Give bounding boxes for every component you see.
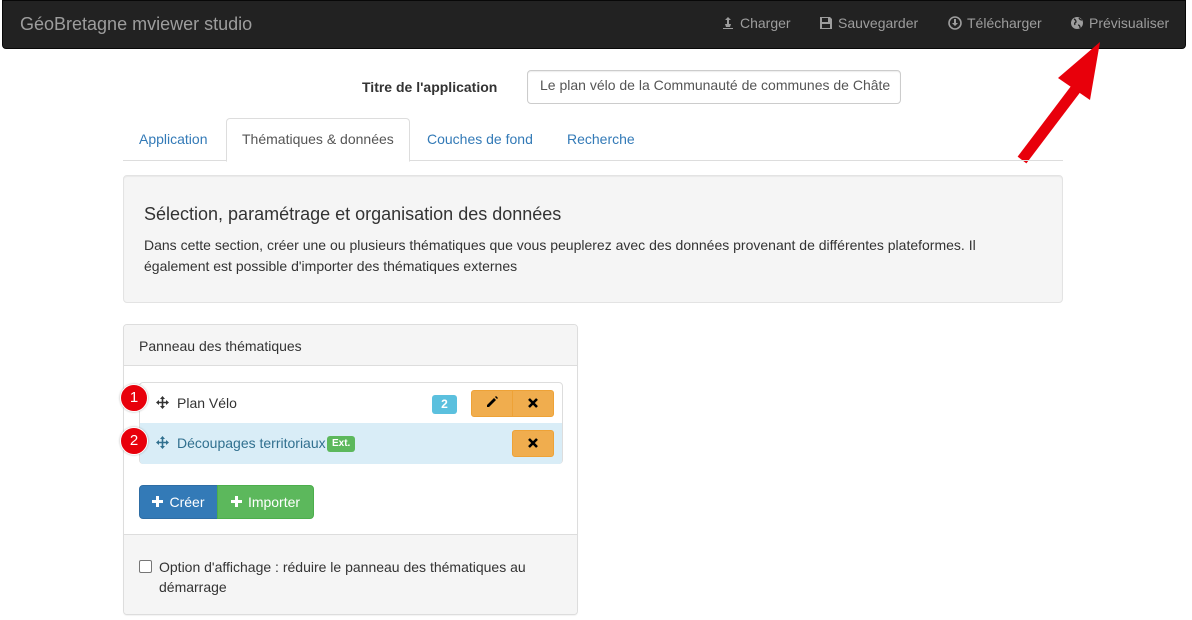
- import-label: Importer: [247, 494, 301, 510]
- app-title-input[interactable]: Le plan vélo de la Communauté de commune…: [527, 70, 901, 104]
- globe-icon: [1070, 16, 1084, 30]
- tab-basemaps[interactable]: Couches de fond: [412, 118, 548, 161]
- theme-item-decoupages[interactable]: Découpages territoriaux Ext.: [140, 423, 562, 464]
- save-label: Sauvegarder: [838, 15, 919, 31]
- preview-label: Prévisualiser: [1089, 15, 1170, 31]
- close-icon: [527, 396, 539, 412]
- app-brand[interactable]: GéoBretagne mviewer studio: [20, 14, 252, 35]
- download-icon: [948, 16, 962, 30]
- section-heading: Sélection, paramétrage et organisation d…: [144, 204, 562, 224]
- tab-thematics-data[interactable]: Thématiques & données: [226, 118, 410, 162]
- theme-label: Découpages territoriaux: [177, 435, 326, 451]
- annotation-marker-1: 1: [120, 384, 148, 412]
- annotation-marker-2: 2: [120, 427, 148, 455]
- navbar: GéoBretagne mviewer studio Charger Sauve…: [2, 0, 1186, 49]
- edit-theme-button[interactable]: [471, 390, 513, 417]
- plus-icon: [230, 494, 242, 510]
- download-button[interactable]: Télécharger: [948, 15, 1042, 31]
- layer-count-badge: 2: [432, 395, 457, 414]
- collapse-panel-label[interactable]: Option d'affichage : réduire le panneau …: [159, 557, 559, 597]
- create-theme-button[interactable]: Créer: [139, 485, 218, 519]
- delete-theme-button[interactable]: [512, 430, 554, 457]
- tab-search[interactable]: Recherche: [552, 118, 650, 161]
- panel-footer: Option d'affichage : réduire le panneau …: [124, 534, 577, 614]
- tab-application[interactable]: Application: [124, 118, 223, 161]
- save-button[interactable]: Sauvegarder: [819, 15, 918, 31]
- panel-title: Panneau des thématiques: [124, 325, 577, 366]
- delete-theme-button[interactable]: [512, 390, 554, 417]
- theme-label: Plan Vélo: [177, 395, 237, 411]
- pencil-icon: [485, 395, 499, 412]
- download-label: Télécharger: [967, 15, 1042, 31]
- theme-item-plan-velo[interactable]: Plan Vélo 2: [140, 383, 562, 424]
- import-theme-button[interactable]: Importer: [217, 485, 314, 519]
- section-description: Dans cette section, créer une ou plusieu…: [144, 237, 976, 274]
- external-badge: Ext.: [327, 436, 356, 452]
- app-title-label: Titre de l'application: [362, 79, 498, 95]
- plus-icon: [152, 494, 164, 510]
- move-icon[interactable]: [156, 436, 169, 452]
- collapse-panel-checkbox[interactable]: [139, 560, 152, 573]
- thematics-panel: Panneau des thématiques Plan Vélo 2 Déco…: [123, 324, 578, 615]
- load-label: Charger: [740, 15, 791, 31]
- move-icon[interactable]: [156, 396, 169, 412]
- save-icon: [819, 16, 833, 30]
- tab-bar: Application Thématiques & données Couche…: [123, 118, 1063, 162]
- create-label: Créer: [169, 494, 205, 510]
- preview-button[interactable]: Prévisualiser: [1070, 15, 1169, 31]
- section-intro: Sélection, paramétrage et organisation d…: [123, 175, 1063, 303]
- open-icon: [721, 16, 735, 30]
- close-icon: [527, 436, 539, 452]
- load-button[interactable]: Charger: [721, 15, 791, 31]
- theme-list: Plan Vélo 2 Découpages territoriaux Ext.: [139, 382, 563, 464]
